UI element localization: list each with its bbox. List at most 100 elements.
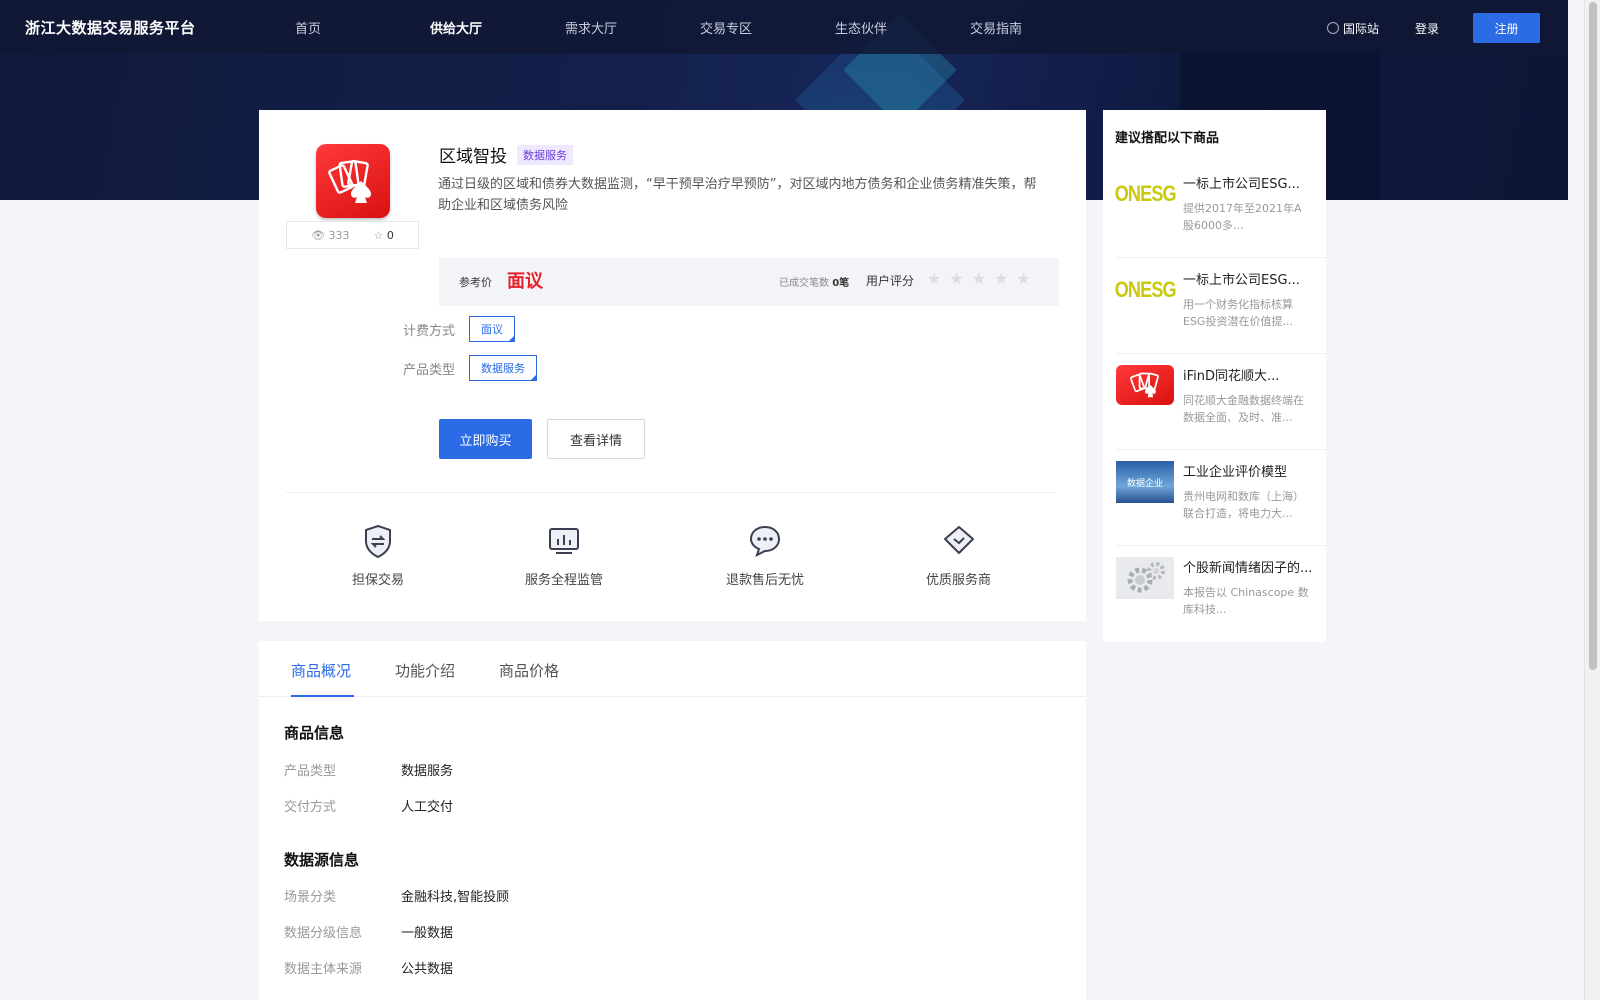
sidebar-title: 建议搭配以下商品 xyxy=(1115,131,1220,146)
tab-overview[interactable]: 商品概况 xyxy=(291,660,351,681)
feature-refund: 退款售后无忧 xyxy=(726,521,804,588)
view-detail-button[interactable]: 查看详情 xyxy=(547,419,645,459)
nav-home[interactable]: 首页 xyxy=(295,18,430,37)
scrollbar-thumb[interactable] xyxy=(1589,2,1597,670)
product-tag: 数据服务 xyxy=(517,144,573,165)
info-row: 场景分类 金融科技,智能投顾 xyxy=(284,886,509,905)
divider xyxy=(286,492,1056,493)
info-key: 产品类型 xyxy=(284,764,337,779)
info-key: 数据主体来源 xyxy=(284,962,363,977)
recommend-name[interactable]: 个股新闻情绪因子的... xyxy=(1183,557,1323,576)
nav-trade-guide[interactable]: 交易指南 xyxy=(970,18,1105,37)
info-key: 场景分类 xyxy=(284,890,337,905)
feature-quality: 优质服务商 xyxy=(926,521,991,588)
nav-demand-hall[interactable]: 需求大厅 xyxy=(565,18,700,37)
login-link[interactable]: 登录 xyxy=(1415,20,1439,37)
star-icon: ★ xyxy=(927,269,950,288)
recommend-item[interactable]: iFinD同花顺大... 同花顺大金融数据终端在数据全面、及时、准... xyxy=(1115,354,1326,450)
billing-row: 计费方式 面议 xyxy=(403,316,516,342)
star-icon: ★ xyxy=(1016,269,1039,288)
product-info-title: 商品信息 xyxy=(284,724,345,742)
info-value: 人工交付 xyxy=(401,800,454,815)
onesg-logo: ONESG xyxy=(1114,181,1176,206)
info-row: 产品类型 数据服务 xyxy=(284,760,453,779)
star-icon: ★ xyxy=(971,269,995,288)
monitor-chart-icon xyxy=(544,521,584,561)
source-info-title: 数据源信息 xyxy=(284,851,360,869)
nav-supply-hall[interactable]: 供给大厅 xyxy=(430,18,565,37)
recommend-item[interactable]: 个股新闻情绪因子的... 本报告以 Chinascope 数库科技... xyxy=(1115,546,1326,642)
info-key: 交付方式 xyxy=(284,800,337,815)
detail-card: 商品概况 功能介绍 商品价格 商品信息 产品类型 数据服务 交付方式 人工交付 … xyxy=(259,641,1086,1000)
intl-label: 国际站 xyxy=(1342,21,1379,36)
main-nav: 首页 供给大厅 需求大厅 交易专区 生态伙伴 交易指南 xyxy=(285,18,1105,37)
playing-cards-icon xyxy=(1116,365,1174,405)
billing-label: 计费方式 xyxy=(403,323,456,339)
recommend-item[interactable]: ONESG 一标上市公司ESG... 用一个财务化指标核算ESG投资潜在价值提.… xyxy=(1114,258,1326,354)
rating-stars: ★★★★★ xyxy=(927,269,1039,288)
product-name: 区域智投 xyxy=(439,147,507,167)
info-key: 数据分级信息 xyxy=(284,926,363,941)
info-value: 公共数据 xyxy=(401,962,454,977)
feature-label: 担保交易 xyxy=(352,573,405,588)
feature-label: 退款售后无忧 xyxy=(726,573,805,588)
deal-label: 已成交笔数 xyxy=(779,278,829,289)
ref-price-label: 参考价 xyxy=(459,276,492,289)
recommend-desc: 同花顺大金融数据终端在数据全面、及时、准... xyxy=(1183,394,1304,424)
type-option[interactable]: 数据服务 xyxy=(469,355,538,381)
data-enterprise-thumb: 数据企业 xyxy=(1116,461,1174,503)
nav-partners[interactable]: 生态伙伴 xyxy=(835,18,970,37)
recommend-name[interactable]: 一标上市公司ESG... xyxy=(1183,269,1323,288)
rating-label: 用户评分 xyxy=(866,274,915,288)
nav-trade-zone[interactable]: 交易专区 xyxy=(700,18,835,37)
info-value: 一般数据 xyxy=(401,926,454,941)
recommend-name[interactable]: iFinD同花顺大... xyxy=(1183,365,1323,384)
tab-features[interactable]: 功能介绍 xyxy=(395,660,455,681)
buy-now-button[interactable]: 立即购买 xyxy=(439,419,532,459)
recommend-desc: 本报告以 Chinascope 数库科技... xyxy=(1183,586,1309,616)
favorites-stat[interactable]: ☆ 0 xyxy=(374,229,394,242)
shield-exchange-icon xyxy=(358,521,398,561)
onesg-logo: ONESG xyxy=(1114,277,1176,302)
intl-site-link[interactable]: 国际站 xyxy=(1326,20,1379,37)
product-title-row: 区域智投 数据服务 xyxy=(439,142,573,167)
product-card: 👁︎ 333 ☆ 0 区域智投 数据服务 通过日级的区域和债券大数据监测，“早干… xyxy=(259,110,1086,621)
deal-value: 0笔 xyxy=(832,278,850,289)
star-icon: ★ xyxy=(949,269,972,288)
product-description: 通过日级的区域和债券大数据监测，“早干预早治疗早预防”，对区域内地方债务和企业债… xyxy=(438,177,1037,213)
views-stat: 👁︎ 333 xyxy=(311,228,350,242)
recommend-item[interactable]: ONESG 一标上市公司ESG... 提供2017年至2021年A股6000多.… xyxy=(1114,162,1326,258)
feature-supervision: 服务全程监管 xyxy=(525,521,603,588)
info-row: 数据分级信息 一般数据 xyxy=(284,922,453,941)
recommend-desc: 贵州电网和数库（上海）联合打造，将电力大... xyxy=(1183,490,1304,520)
top-right-actions: 国际站 登录 注册 xyxy=(1326,13,1540,43)
detail-tabs: 商品概况 功能介绍 商品价格 xyxy=(259,641,1086,697)
top-navbar: 浙江大数据交易服务平台 首页 供给大厅 需求大厅 交易专区 生态伙伴 交易指南 … xyxy=(0,0,1568,54)
recommend-name[interactable]: 一标上市公司ESG... xyxy=(1183,173,1323,192)
type-label: 产品类型 xyxy=(403,362,456,378)
feature-label: 优质服务商 xyxy=(926,573,992,588)
recommend-desc: 用一个财务化指标核算ESG投资潜在价值提... xyxy=(1183,298,1293,328)
page-scrollbar[interactable] xyxy=(1584,0,1600,1000)
billing-option[interactable]: 面议 xyxy=(469,316,516,342)
chat-bubble-icon xyxy=(745,521,785,561)
recommendation-sidebar: 建议搭配以下商品 ONESG 一标上市公司ESG... 提供2017年至2021… xyxy=(1103,110,1326,642)
type-row: 产品类型 数据服务 xyxy=(403,355,538,381)
price-bar: 参考价 面议 已成交笔数 0笔 用户评分 ★★★★★ xyxy=(439,258,1059,306)
views-count: 333 xyxy=(328,228,350,242)
favorites-count: 0 xyxy=(386,228,394,242)
site-logo[interactable]: 浙江大数据交易服务平台 xyxy=(25,17,285,38)
diamond-badge-icon xyxy=(939,521,979,561)
globe-icon xyxy=(1326,22,1339,34)
register-button[interactable]: 注册 xyxy=(1473,13,1540,43)
feature-guarantee: 担保交易 xyxy=(352,521,404,588)
product-stats: 👁︎ 333 ☆ 0 xyxy=(286,221,419,249)
tab-pricing[interactable]: 商品价格 xyxy=(499,660,559,681)
gears-icon xyxy=(1116,557,1174,599)
deal-count: 已成交笔数 0笔 xyxy=(779,274,849,289)
active-tab-underline xyxy=(291,695,354,697)
feature-label: 服务全程监管 xyxy=(525,573,604,588)
recommend-name[interactable]: 工业企业评价模型 xyxy=(1183,461,1323,480)
recommend-desc: 提供2017年至2021年A股6000多... xyxy=(1183,202,1302,232)
recommend-item[interactable]: 数据企业 工业企业评价模型 贵州电网和数库（上海）联合打造，将电力大... xyxy=(1115,450,1326,546)
